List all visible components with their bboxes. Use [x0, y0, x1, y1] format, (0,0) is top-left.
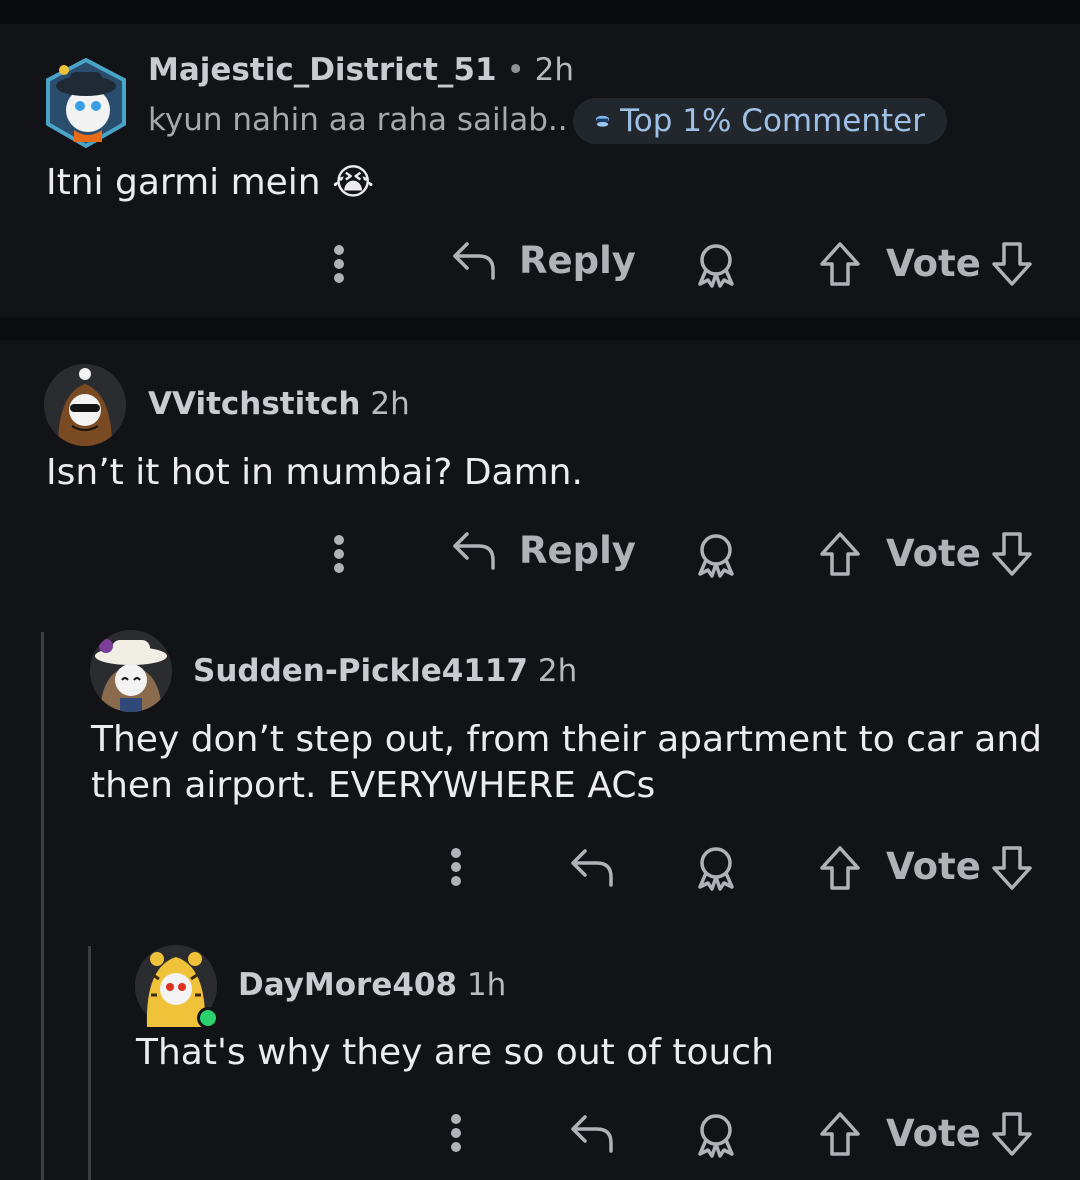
- downvote-arrow-icon: [992, 1112, 1032, 1156]
- award-button[interactable]: [694, 845, 738, 891]
- vote-label: Vote: [886, 1112, 981, 1155]
- comment-text: Isn’t it hot in mumbai? Damn.: [46, 452, 583, 493]
- more-options-button[interactable]: [441, 1113, 471, 1153]
- comment-meta: DayMore408 1h: [238, 967, 506, 1003]
- avatar-image: [44, 364, 126, 446]
- reply-button[interactable]: [569, 1111, 615, 1155]
- vote-label: Vote: [886, 532, 981, 575]
- reply-arrow-icon: [453, 532, 495, 570]
- avatar[interactable]: [44, 57, 126, 149]
- meta-separator: •: [506, 52, 525, 88]
- thread-line-level-2[interactable]: [88, 946, 91, 1180]
- comment-meta: Sudden-Pickle4117 2h: [193, 653, 577, 689]
- more-options-button[interactable]: [324, 534, 354, 574]
- thread-line-level-1[interactable]: [41, 632, 44, 1180]
- reply-label: Reply: [519, 238, 636, 282]
- comment-text: They don’t step out, from their apartmen…: [91, 719, 1042, 806]
- vote-label: Vote: [886, 845, 981, 888]
- timestamp: 2h: [537, 653, 578, 689]
- comment-meta: VVitchstitch 2h: [148, 386, 410, 422]
- more-vertical-icon: [334, 535, 344, 573]
- upvote-button[interactable]: [818, 1110, 862, 1158]
- vote-label: Vote: [886, 242, 981, 285]
- award-button[interactable]: [694, 1112, 738, 1158]
- timestamp: 2h: [370, 386, 410, 422]
- upvote-button[interactable]: [818, 240, 862, 288]
- comment-meta: Majestic_District_51 • 2h: [148, 52, 574, 88]
- upvote-button[interactable]: [818, 844, 862, 892]
- downvote-arrow-icon: [992, 846, 1032, 890]
- downvote-button[interactable]: [990, 1110, 1034, 1158]
- reply-arrow-icon: [453, 242, 495, 280]
- downvote-button[interactable]: [990, 844, 1034, 892]
- avatar-image: [46, 57, 126, 149]
- upvote-arrow-icon: [820, 1112, 860, 1156]
- top-edge: [0, 0, 1080, 24]
- award-icon: [698, 847, 734, 891]
- reply-button[interactable]: Reply: [451, 238, 636, 282]
- reply-label: Reply: [519, 528, 636, 572]
- reply-button[interactable]: [569, 845, 615, 889]
- more-vertical-icon: [451, 1114, 461, 1152]
- upvote-arrow-icon: [820, 242, 860, 286]
- award-button[interactable]: [694, 532, 738, 578]
- award-icon: [698, 1114, 734, 1158]
- downvote-button[interactable]: [990, 530, 1034, 578]
- username[interactable]: Majestic_District_51: [148, 52, 497, 88]
- timestamp: 2h: [534, 52, 574, 88]
- online-dot-icon: [197, 1007, 219, 1029]
- downvote-arrow-icon: [992, 532, 1032, 576]
- vote-count: Vote: [886, 845, 981, 888]
- upvote-arrow-icon: [820, 532, 860, 576]
- vote-count: Vote: [886, 1112, 981, 1155]
- avatar[interactable]: [44, 364, 126, 446]
- award-icon: [698, 244, 734, 288]
- more-vertical-icon: [334, 245, 344, 283]
- reply-arrow-icon: [571, 1115, 613, 1153]
- comment-text: That's why they are so out of touch: [136, 1032, 774, 1073]
- avatar[interactable]: [90, 630, 172, 712]
- vote-count: Vote: [886, 242, 981, 285]
- vote-count: Vote: [886, 532, 981, 575]
- award-button[interactable]: [694, 242, 738, 288]
- username[interactable]: DayMore408: [238, 967, 457, 1003]
- reply-arrow-icon: [571, 849, 613, 887]
- thread-separator: [0, 318, 1080, 340]
- award-icon: [698, 534, 734, 578]
- comment-text: Itni garmi mein 😭: [46, 162, 375, 203]
- avatar[interactable]: [135, 945, 219, 1029]
- upvote-arrow-icon: [820, 846, 860, 890]
- more-options-button[interactable]: [324, 244, 354, 284]
- username[interactable]: Sudden-Pickle4117: [193, 653, 528, 689]
- downvote-arrow-icon: [992, 242, 1032, 286]
- avatar-image: [90, 630, 172, 712]
- user-flair: kyun nahin aa raha sailab..: [148, 102, 568, 138]
- username[interactable]: VVitchstitch: [148, 386, 361, 422]
- reply-button[interactable]: Reply: [451, 528, 636, 572]
- badge-label: Top 1% Commenter: [620, 103, 925, 139]
- downvote-button[interactable]: [990, 240, 1034, 288]
- timestamp: 1h: [466, 967, 507, 1003]
- upvote-button[interactable]: [818, 530, 862, 578]
- more-vertical-icon: [451, 848, 461, 886]
- top-commenter-badge[interactable]: Top 1% Commenter: [573, 98, 947, 144]
- more-options-button[interactable]: [441, 847, 471, 887]
- badge-icon: [595, 115, 610, 127]
